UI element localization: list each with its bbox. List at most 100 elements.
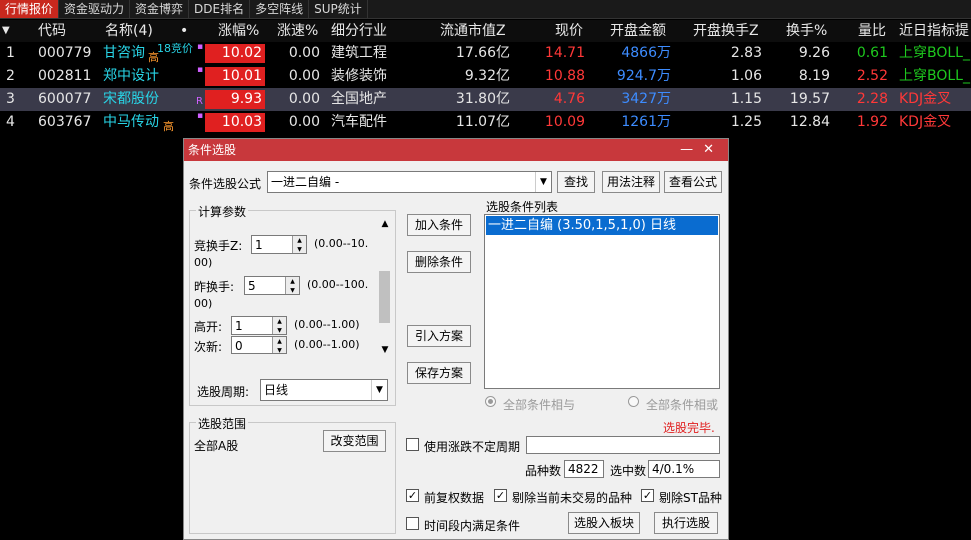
formula-select[interactable]: 一进二自编 - ▼ (267, 171, 552, 193)
tab-fund-drive[interactable]: 资金驱动力 (59, 0, 131, 18)
param-input-high-open[interactable]: 1 ▲ ▼ (231, 316, 287, 335)
open-turnover: 1.15 (730, 91, 762, 107)
table-row[interactable]: 4 603767 中马传动 高 ▪ 10.03 0.00 汽车配件 11.07亿… (0, 111, 971, 134)
tab-dde-rank[interactable]: DDE排名 (189, 0, 251, 18)
scroll-up-icon[interactable]: ▲ (377, 219, 393, 229)
change-pct: 9.93 (205, 90, 265, 109)
stock-name: 郑中设计 (103, 68, 159, 84)
tab-quotes[interactable]: 行情报价 (0, 0, 60, 18)
spinner-icon[interactable]: ▲ ▼ (292, 236, 306, 253)
period-select[interactable]: 日线 ▼ (260, 379, 388, 401)
open-amount: 4866万 (621, 45, 671, 61)
radio-all-or[interactable] (628, 396, 639, 407)
minimize-icon[interactable]: — (680, 142, 703, 157)
conditions-list[interactable]: 一进二自编 (3.50,1,5,1,0) 日线 (484, 214, 720, 389)
change-pct: 10.01 (205, 67, 265, 86)
volume-ratio: 1.92 (856, 114, 888, 130)
param-input-turnover-auction[interactable]: 1 ▲ ▼ (251, 235, 307, 254)
params-scrollbar[interactable]: ▲ ▼ (377, 219, 393, 355)
tab-long-short[interactable]: 多空阵线 (250, 0, 310, 18)
uncertain-period-input[interactable] (526, 436, 720, 454)
view-formula-button[interactable]: 查看公式 (664, 171, 722, 193)
open-amount: 924.7万 (616, 68, 671, 84)
spinner-icon[interactable]: ▲ ▼ (272, 337, 286, 353)
close-icon[interactable]: ✕ (703, 142, 724, 157)
price: 10.09 (544, 114, 585, 130)
mark-icon: ▪ (197, 111, 204, 121)
scroll-thumb[interactable] (379, 271, 390, 323)
open-amount: 1261万 (621, 114, 671, 130)
dialog-titlebar[interactable]: 条件选股 —✕ (184, 139, 728, 161)
uncertain-period-checkbox[interactable] (406, 438, 419, 451)
turnover: 12.84 (789, 114, 830, 130)
param-value: 0 (235, 339, 243, 353)
speed-pct: 0.00 (288, 114, 320, 130)
col-turnover[interactable]: 换手% (786, 20, 827, 42)
chevron-down-icon[interactable]: ▼ (371, 380, 387, 400)
list-item[interactable]: 一进二自编 (3.50,1,5,1,0) 日线 (486, 216, 718, 235)
change-scope-button[interactable]: 改变范围 (323, 430, 386, 452)
exclude-st-checkbox[interactable]: ✓ (641, 489, 654, 502)
col-open-amount[interactable]: 开盘金额 (610, 20, 666, 42)
table-row[interactable]: 3 600077 宋都股份 R 9.93 0.00 全国地产 31.80亿 4.… (0, 88, 971, 111)
param-value: 5 (248, 279, 256, 293)
stock-code: 002811 (38, 68, 92, 84)
col-name[interactable]: 名称(4) (105, 20, 153, 42)
radio-all-and[interactable] (485, 396, 496, 407)
col-indicator[interactable]: 近日指标提 (899, 20, 969, 42)
select-to-block-button[interactable]: 选股入板块 (568, 512, 640, 534)
param-range-cont: 00) (194, 256, 213, 269)
exclude-untraded-checkbox[interactable]: ✓ (494, 489, 507, 502)
speed-pct: 0.00 (288, 91, 320, 107)
param-range-cont: 00) (194, 297, 213, 310)
period-label: 选股周期: (197, 385, 250, 399)
col-mcap[interactable]: 流通市值Z (440, 20, 506, 42)
time-range-checkbox[interactable] (406, 517, 419, 530)
find-button[interactable]: 查找 (557, 171, 595, 193)
count-label: 品种数 (525, 464, 562, 478)
sort-arrow-icon[interactable]: ▼ (2, 20, 10, 42)
row-index: 3 (6, 91, 15, 107)
col-speed[interactable]: 涨速% (277, 20, 318, 42)
param-label: 竞换手Z: (194, 239, 243, 253)
col-open-turnover[interactable]: 开盘换手Z (693, 20, 759, 42)
turnover: 8.19 (798, 68, 830, 84)
indicator: KDJ金叉 (899, 91, 952, 107)
speed-pct: 0.00 (288, 68, 320, 84)
open-amount: 3427万 (621, 91, 671, 107)
turnover: 19.57 (789, 91, 830, 107)
spinner-icon[interactable]: ▲ ▼ (272, 317, 286, 334)
param-value: 1 (235, 319, 243, 333)
price: 14.71 (544, 45, 585, 61)
forward-adjust-checkbox[interactable]: ✓ (406, 489, 419, 502)
turnover: 9.26 (798, 45, 830, 61)
col-industry[interactable]: 细分行业 (331, 20, 387, 42)
selected-value: 4/0.1% (652, 462, 695, 476)
mark-icon: ▪ (197, 65, 204, 75)
col-vol-ratio[interactable]: 量比 (858, 20, 886, 42)
industry: 建筑工程 (331, 45, 387, 61)
tab-sup-stats[interactable]: SUP统计 (309, 0, 368, 18)
exclude-st-label: 剔除ST品种 (659, 491, 722, 505)
indicator: 上穿BOLL_ (899, 45, 970, 61)
param-input-sub-new[interactable]: 0 ▲ ▼ (231, 336, 287, 354)
industry: 装修装饰 (331, 68, 387, 84)
table-row[interactable]: 1 000779 甘咨询 高 18竞价 ▪ 10.02 0.00 建筑工程 17… (0, 42, 971, 65)
spinner-icon[interactable]: ▲ ▼ (285, 277, 299, 294)
add-condition-button[interactable]: 加入条件 (407, 214, 471, 236)
col-price[interactable]: 现价 (555, 20, 583, 42)
usage-notes-button[interactable]: 用法注释 (602, 171, 660, 193)
col-change[interactable]: 涨幅% (218, 20, 259, 42)
save-scheme-button[interactable]: 保存方案 (407, 362, 471, 384)
col-code[interactable]: 代码 (38, 20, 66, 42)
import-scheme-button[interactable]: 引入方案 (407, 325, 471, 347)
chevron-down-icon[interactable]: ▼ (535, 172, 551, 192)
params-group: 计算参数 竞换手Z: 1 ▲ ▼ (0.00--10. 00) 昨换手: 5 ▲ ▼ (… (189, 203, 396, 406)
run-selection-button[interactable]: 执行选股 (654, 512, 718, 534)
param-input-yesterday-turnover[interactable]: 5 ▲ ▼ (244, 276, 300, 295)
table-row[interactable]: 2 002811 郑中设计 ▪ 10.01 0.00 装修装饰 9.32亿 10… (0, 65, 971, 88)
scroll-down-icon[interactable]: ▼ (377, 345, 393, 355)
open-turnover: 2.83 (730, 45, 762, 61)
delete-condition-button[interactable]: 删除条件 (407, 251, 471, 273)
tab-fund-game[interactable]: 资金博弈 (130, 0, 190, 18)
